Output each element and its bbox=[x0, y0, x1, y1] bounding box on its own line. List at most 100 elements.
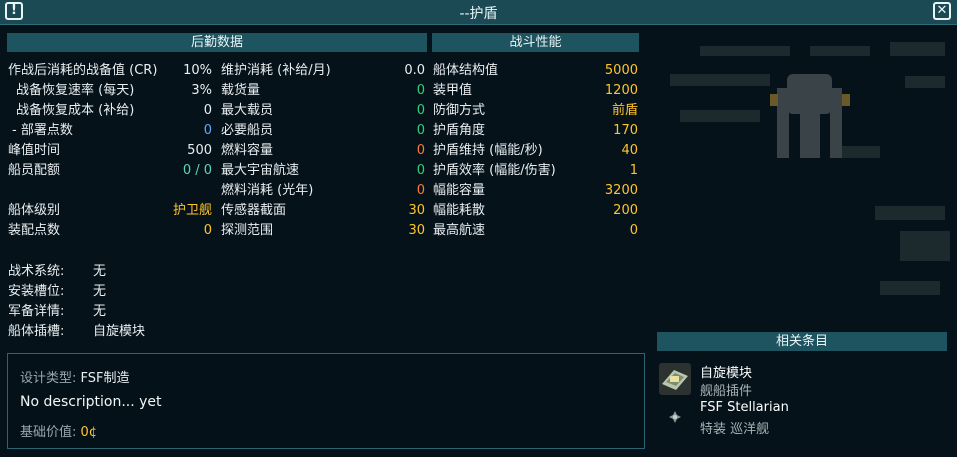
base-value-label: 基础价值: bbox=[20, 425, 81, 440]
stat-label: 船员配额 bbox=[8, 163, 61, 178]
system-row-armaments: 军备详情: 无 bbox=[8, 302, 106, 322]
system-label: 军备详情: bbox=[8, 304, 65, 319]
stat-row: 最高航速 0 bbox=[433, 221, 638, 241]
stat-label: 护盾角度 bbox=[433, 123, 486, 138]
system-label: 船体插槽: bbox=[8, 324, 65, 339]
description-panel: 设计类型: FSF制造 No description... yet 基础价值: … bbox=[7, 353, 645, 449]
stat-label: 传感器截面 bbox=[221, 203, 287, 218]
system-row-hullmods: 船体插槽: 自旋模块 bbox=[8, 322, 145, 342]
stat-label: 战备恢复速率 (每天) bbox=[16, 83, 135, 98]
stat-label: - 部署点数 bbox=[12, 123, 73, 138]
related-item-subtitle: 特装 巡洋舰 bbox=[700, 422, 770, 437]
stat-row: 防御方式 前盾 bbox=[433, 101, 638, 121]
stat-row: 维护消耗 (补给/月) 0.0 bbox=[221, 61, 425, 81]
stat-row: 燃料消耗 (光年) 0 bbox=[221, 181, 425, 201]
window-title: --护盾 bbox=[459, 6, 498, 22]
stat-value: 0 bbox=[416, 183, 425, 198]
stat-value: 170 bbox=[613, 123, 638, 138]
stat-row: 最大载员 0 bbox=[221, 101, 425, 121]
description-text: No description... yet bbox=[20, 394, 162, 410]
stat-value: 0 bbox=[416, 123, 425, 138]
stat-row: 最大宇宙航速 0 bbox=[221, 161, 425, 181]
stat-row-spacer bbox=[8, 181, 212, 201]
spin-module-icon bbox=[659, 363, 691, 395]
stat-value: 5000 bbox=[604, 63, 638, 78]
stat-value: 0 bbox=[203, 103, 212, 118]
stat-row: 护盾效率 (幅能/伤害) 1 bbox=[433, 161, 638, 181]
stat-value: 护卫舰 bbox=[172, 203, 212, 218]
combat-list: 船体结构值 5000 装甲值 1200 防御方式 前盾 护盾角度 170 护盾维持 (幅… bbox=[433, 61, 638, 241]
stat-label: 防御方式 bbox=[433, 103, 486, 118]
stat-value: 0 bbox=[416, 163, 425, 178]
title-bar: ! --护盾 ✕ bbox=[0, 0, 957, 25]
close-button[interactable]: ✕ bbox=[933, 2, 951, 20]
stat-value: 0 bbox=[416, 103, 425, 118]
stat-row: 船员配额 0 / 0 bbox=[8, 161, 212, 181]
stat-value: 10% bbox=[183, 63, 212, 78]
stat-label: 维护消耗 (补给/月) bbox=[221, 63, 331, 78]
stat-label: 幅能容量 bbox=[433, 183, 486, 198]
stat-value: 0.0 bbox=[404, 63, 425, 78]
ship-marker-icon bbox=[669, 411, 681, 423]
stat-label: 装甲值 bbox=[433, 83, 473, 98]
stat-value: 1200 bbox=[604, 83, 638, 98]
stat-row: 幅能耗散 200 bbox=[433, 201, 638, 221]
logistics-left-list: 作战后消耗的战备值 (CR) 10% 战备恢复速率 (每天) 3% 战备恢复成本 (… bbox=[8, 61, 212, 241]
stat-label: 最高航速 bbox=[433, 223, 486, 238]
related-item-title: 自旋模块 bbox=[700, 366, 753, 381]
stat-value: 200 bbox=[613, 203, 638, 218]
stat-label: 装配点数 bbox=[8, 223, 61, 238]
system-value: 自旋模块 bbox=[93, 324, 146, 339]
related-header: 相关条目 bbox=[657, 332, 947, 351]
stat-label: 燃料容量 bbox=[221, 143, 274, 158]
stat-value: 0 bbox=[203, 223, 212, 238]
base-value: 基础价值: 0¢ bbox=[20, 421, 97, 440]
stat-label: 探测范围 bbox=[221, 223, 274, 238]
stat-row: 探测范围 30 bbox=[221, 221, 425, 241]
base-value-amount: 0¢ bbox=[80, 425, 98, 440]
design-type: 设计类型: FSF制造 bbox=[20, 367, 130, 386]
stat-label: 战备恢复成本 (补给) bbox=[16, 103, 135, 118]
design-type-label: 设计类型: bbox=[20, 371, 81, 386]
system-value: 无 bbox=[93, 304, 107, 319]
stat-label: 载货量 bbox=[221, 83, 261, 98]
stat-row: 装甲值 1200 bbox=[433, 81, 638, 101]
stat-value: 0 / 0 bbox=[182, 163, 212, 178]
stat-label: 燃料消耗 (光年) bbox=[221, 183, 314, 198]
system-value: 无 bbox=[93, 264, 107, 279]
system-row-mounts: 安装槽位: 无 bbox=[8, 282, 106, 302]
stat-row: 战备恢复成本 (补给) 0 bbox=[8, 101, 212, 121]
related-item-spin-module[interactable]: 自旋模块 舰船插件 bbox=[658, 362, 948, 402]
design-type-value: FSF制造 bbox=[80, 371, 130, 386]
stat-row: 装配点数 0 bbox=[8, 221, 212, 241]
stat-row: 必要船员 0 bbox=[221, 121, 425, 141]
stat-row: - 部署点数 0 bbox=[8, 121, 212, 141]
system-label: 安装槽位: bbox=[8, 284, 65, 299]
stat-label: 船体级别 bbox=[8, 203, 61, 218]
stat-row: 战备恢复速率 (每天) 3% bbox=[8, 81, 212, 101]
stat-value: 0 bbox=[416, 143, 425, 158]
stat-label: 幅能耗散 bbox=[433, 203, 486, 218]
stat-label: 护盾效率 (幅能/伤害) bbox=[433, 163, 556, 178]
logistics-header: 后勤数据 bbox=[7, 33, 427, 52]
stat-row: 传感器截面 30 bbox=[221, 201, 425, 221]
ship-background-art bbox=[670, 42, 950, 295]
related-item-fsf-stellarian[interactable]: FSF Stellarian 特装 巡洋舰 bbox=[658, 400, 948, 440]
stat-value: 0 bbox=[203, 123, 212, 138]
stat-value: 0 bbox=[629, 223, 638, 238]
stat-label: 最大载员 bbox=[221, 103, 274, 118]
stat-row: 护盾维持 (幅能/秒) 40 bbox=[433, 141, 638, 161]
stat-label: 船体结构值 bbox=[433, 63, 499, 78]
stat-label: 峰值时间 bbox=[8, 143, 61, 158]
stat-value: 500 bbox=[187, 143, 212, 158]
stat-value: 30 bbox=[408, 203, 425, 218]
stat-value: 3% bbox=[191, 83, 212, 98]
combat-header: 战斗性能 bbox=[432, 33, 639, 52]
related-item-subtitle: 舰船插件 bbox=[700, 384, 753, 399]
stat-value: 40 bbox=[621, 143, 638, 158]
stat-label: 作战后消耗的战备值 (CR) bbox=[8, 63, 158, 78]
stat-label: 必要船员 bbox=[221, 123, 274, 138]
stat-value: 3200 bbox=[604, 183, 638, 198]
stat-value: 0 bbox=[416, 83, 425, 98]
stat-row: 护盾角度 170 bbox=[433, 121, 638, 141]
